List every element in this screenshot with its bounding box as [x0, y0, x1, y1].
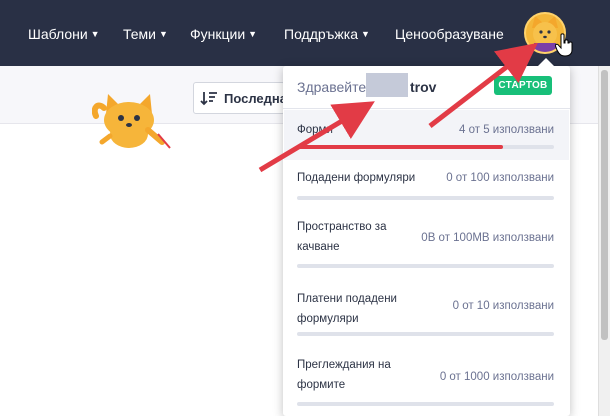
- scrollbar-thumb[interactable]: [601, 70, 608, 340]
- dropdown-arrow: [538, 58, 554, 66]
- nav-item-label: Функции: [190, 26, 246, 42]
- chevron-down-icon: ▼: [361, 29, 370, 39]
- usage-label-form-views: Преглеждания на формите: [297, 359, 391, 391]
- usage-bar-fill: [297, 145, 503, 149]
- usage-count-paid-submissions: 0 от 10 използвани: [452, 300, 554, 312]
- usage-count-form-views: 0 от 1000 използвани: [439, 371, 554, 383]
- mascot-illustration: [92, 94, 171, 149]
- nav-item-templates[interactable]: Шаблони ▼: [28, 26, 100, 42]
- nav-item-features[interactable]: Функции ▼: [190, 26, 257, 42]
- usage-bar-paid-submissions: [297, 332, 554, 336]
- usage-label-forms: Форми: [297, 124, 333, 136]
- hand-cursor-icon: [555, 33, 573, 57]
- usage-label-submissions: Подадени формуляри: [297, 172, 416, 184]
- usage-count-upload-space: 0B от 100MB използвани: [421, 232, 554, 244]
- usage-bar-forms: [297, 145, 554, 149]
- nav-item-label: Ценообразуване: [395, 26, 504, 42]
- chevron-down-icon: ▼: [248, 29, 258, 39]
- usage-label-upload-space: Пространство за качване: [297, 221, 387, 253]
- nav-item-label: Шаблони: [28, 26, 88, 42]
- nav-item-support[interactable]: Поддръжка ▼: [284, 26, 370, 42]
- usage-bar-upload-space: [297, 264, 554, 268]
- usage-label-paid-submissions: Платени подадени формуляри: [297, 293, 397, 325]
- greeting-text: Здравейте: [297, 79, 367, 95]
- usage-bar-submissions: [297, 196, 554, 200]
- sort-icon: [200, 92, 217, 106]
- nav-item-label: Теми: [123, 26, 156, 42]
- usage-count-submissions: 0 от 100 използвани: [446, 172, 554, 184]
- plan-badge[interactable]: СТАРТОВ: [494, 76, 552, 95]
- nav-item-themes[interactable]: Теми ▼: [123, 26, 168, 42]
- chevron-down-icon: ▼: [159, 29, 168, 39]
- chevron-down-icon: ▼: [90, 29, 100, 39]
- sort-button-label: Последна: [224, 91, 285, 106]
- divider: [283, 108, 570, 109]
- nav-item-pricing[interactable]: Ценообразуване: [395, 26, 504, 42]
- nav-item-label: Поддръжка: [284, 26, 358, 42]
- user-name: trov: [410, 79, 437, 95]
- redacted-name: [366, 73, 408, 97]
- usage-count-forms: 4 от 5 използвани: [459, 124, 554, 136]
- usage-bar-form-views: [297, 402, 554, 406]
